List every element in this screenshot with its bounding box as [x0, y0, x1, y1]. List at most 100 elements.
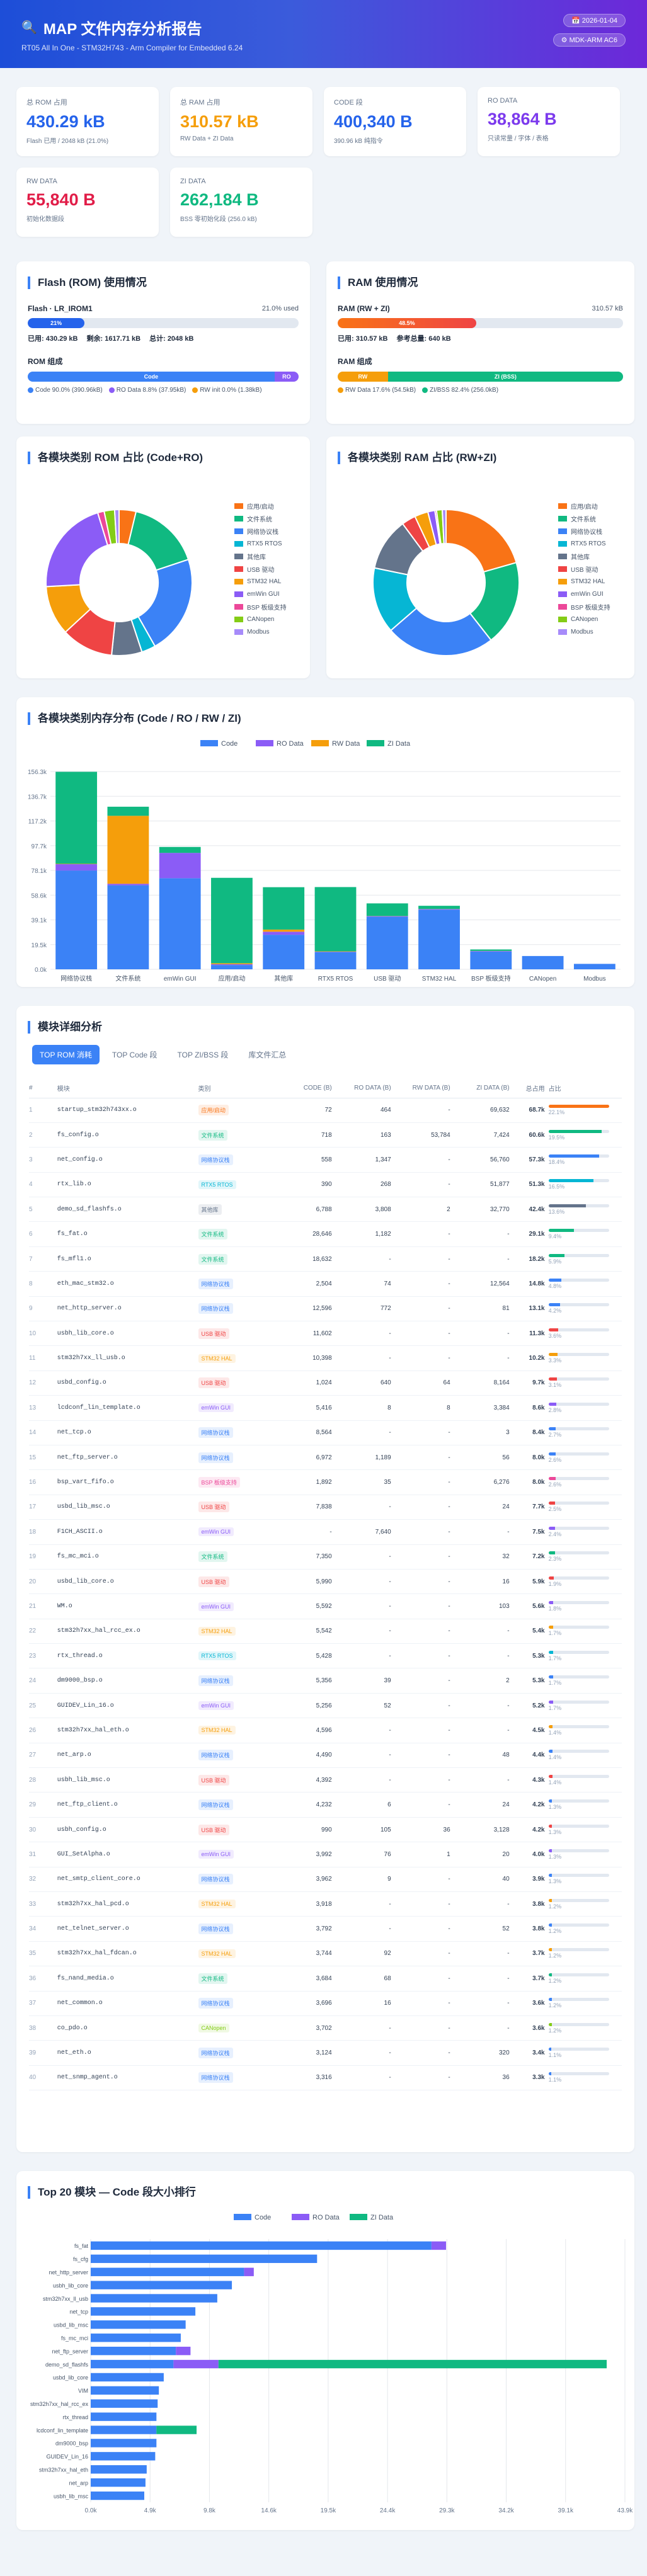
y-tick-label: usbh_lib_core — [53, 2282, 88, 2289]
legend-swatch — [234, 616, 243, 622]
size-value: 268 — [335, 1172, 395, 1198]
row-index: 18 — [29, 1519, 57, 1545]
ram-pie-panel: 各模块类别 RAM 占比 (RW+ZI) 应用/启动 文件系统 网络协议栈 RTX5 … — [326, 436, 634, 678]
module-category-cell: 网络协议栈 — [198, 2040, 287, 2066]
share-bar — [548, 2072, 609, 2076]
tab-top-zi[interactable]: TOP ZI/BSS 段 — [170, 1045, 236, 1064]
size-value: 36 — [454, 2065, 513, 2091]
table-header[interactable]: 类别 — [198, 1079, 287, 1098]
legend-label: BSP 板级支持 — [247, 604, 287, 612]
table-header[interactable]: 总占用 — [513, 1079, 549, 1098]
pie-legend-item: USB 驱动 — [234, 562, 287, 575]
table-header[interactable]: RW DATA (B) — [394, 1079, 454, 1098]
bar-segment — [314, 951, 357, 952]
size-value: 7,424 — [454, 1122, 513, 1148]
share-bar — [548, 1526, 609, 1530]
module-category-cell: STM32 HAL — [198, 1718, 287, 1743]
total-size: 5.2k — [513, 1693, 549, 1719]
bar-segment — [314, 952, 357, 969]
module-name: net_ftp_client.o — [57, 1792, 198, 1818]
size-value: - — [394, 1147, 454, 1173]
row-index: 37 — [29, 1991, 57, 2016]
module-name: startup_stm32h743xx.o — [57, 1098, 198, 1123]
card-note: Flash 已用 / 2048 kB (21.0%) — [26, 138, 109, 145]
share-percent: 1.2% — [548, 1928, 562, 1935]
share-bar-fill — [548, 1700, 553, 1704]
legend-label: USB 驱动 — [571, 566, 598, 574]
share-bar-fill — [548, 1452, 556, 1456]
row-index: 27 — [29, 1743, 57, 1769]
y-tick-label: net_tcp — [69, 2309, 88, 2315]
ram-pie-title: 各模块类别 RAM 占比 (RW+ZI) — [338, 452, 623, 464]
total-size: 57.3k — [513, 1147, 549, 1173]
category-badge: emWin GUI — [198, 1850, 234, 1859]
row-index: 10 — [29, 1321, 57, 1347]
table-header[interactable]: ZI DATA (B) — [454, 1079, 513, 1098]
tab-lib-summary[interactable]: 库文件汇总 — [241, 1045, 294, 1064]
size-value: 12,596 — [286, 1296, 336, 1322]
y-tick-label: fs_cfg — [73, 2256, 88, 2262]
total-size: 13.1k — [513, 1296, 549, 1322]
table-row: 30 usbh_config.o USB 驱动 990 105 36 3,128 4.2k 1.… — [29, 1817, 622, 1843]
table-row: 33 stm32h7xx_hal_pcd.o STM32 HAL 3,918- - -3.… — [29, 1891, 622, 1917]
category-badge: 网络协议栈 — [198, 1874, 233, 1885]
table-header[interactable]: # — [29, 1079, 57, 1098]
legend-label: BSP 板级支持 — [571, 604, 610, 612]
row-index: 12 — [29, 1371, 57, 1396]
y-tick-label: 117.2k — [28, 819, 47, 826]
legend-label: Modbus — [571, 628, 593, 635]
total-size: 9.7k — [513, 1371, 549, 1396]
share-cell: 1.8% — [548, 1593, 622, 1619]
bar-segment — [91, 2267, 244, 2276]
size-value: - — [394, 1098, 454, 1123]
bar-segment — [91, 2241, 432, 2250]
total-size: 14.8k — [513, 1271, 549, 1297]
summary-cards: 总 ROM 占用 430.29 kB Flash 已用 / 2048 kB (21.… — [0, 68, 647, 237]
module-category-cell: USB 驱动 — [198, 1371, 287, 1396]
share-bar — [548, 1229, 609, 1233]
size-value: - — [394, 1469, 454, 1495]
total-size: 3.8k — [513, 1916, 549, 1942]
size-value: 39 — [335, 1668, 395, 1694]
module-category-cell: USB 驱动 — [198, 1767, 287, 1793]
category-badge: 网络协议栈 — [198, 1675, 233, 1687]
ram-usage-fill: 48.5% — [338, 318, 476, 328]
size-value: - — [335, 1916, 395, 1942]
legend-label: STM32 HAL — [247, 578, 282, 585]
share-cell: 1.9% — [548, 1569, 622, 1595]
module-name: GUIDEV_Lin_16.o — [57, 1693, 198, 1719]
share-cell: 3.6% — [548, 1321, 622, 1347]
share-cell: 1.3% — [548, 1817, 622, 1843]
row-index: 24 — [29, 1668, 57, 1694]
size-value: - — [454, 1941, 513, 1967]
bar-segment — [431, 2241, 447, 2250]
table-header[interactable]: RO DATA (B) — [335, 1079, 395, 1098]
share-bar — [548, 1576, 609, 1580]
module-category-cell: STM32 HAL — [198, 1619, 287, 1644]
size-value: 28,646 — [286, 1221, 336, 1247]
legend-swatch — [558, 629, 567, 635]
table-header[interactable]: 占比 — [548, 1079, 622, 1098]
share-bar — [548, 1774, 609, 1778]
size-value: 3,128 — [454, 1817, 513, 1843]
size-value: 76 — [335, 1842, 395, 1867]
legend-label: 其他库 — [571, 554, 590, 561]
share-percent: 1.3% — [548, 1878, 562, 1885]
share-cell: 1.1% — [548, 2040, 622, 2066]
tab-top-rom[interactable]: TOP ROM 消耗 — [32, 1045, 100, 1064]
tab-top-code[interactable]: TOP Code 段 — [105, 1045, 165, 1064]
bar-segment — [314, 887, 357, 952]
table-row: 32 net_smtp_client_core.o 网络协议栈 3,962 9-40 3.… — [29, 1867, 622, 1893]
size-value: 5,428 — [286, 1643, 336, 1669]
share-bar-fill — [548, 1179, 594, 1183]
table-header[interactable]: 模块 — [57, 1079, 198, 1098]
x-tick-label: 43.9k — [617, 2507, 633, 2514]
ram-rw-segment: RW — [338, 372, 388, 382]
size-value: 64 — [394, 1371, 454, 1396]
size-value: 4,232 — [286, 1792, 336, 1818]
share-bar — [548, 1973, 609, 1976]
module-name: fs_mc_mci.o — [57, 1544, 198, 1570]
total-size: 4.4k — [513, 1743, 549, 1769]
category-badge: 网络协议栈 — [198, 1427, 233, 1439]
table-header[interactable]: CODE (B) — [286, 1079, 336, 1098]
